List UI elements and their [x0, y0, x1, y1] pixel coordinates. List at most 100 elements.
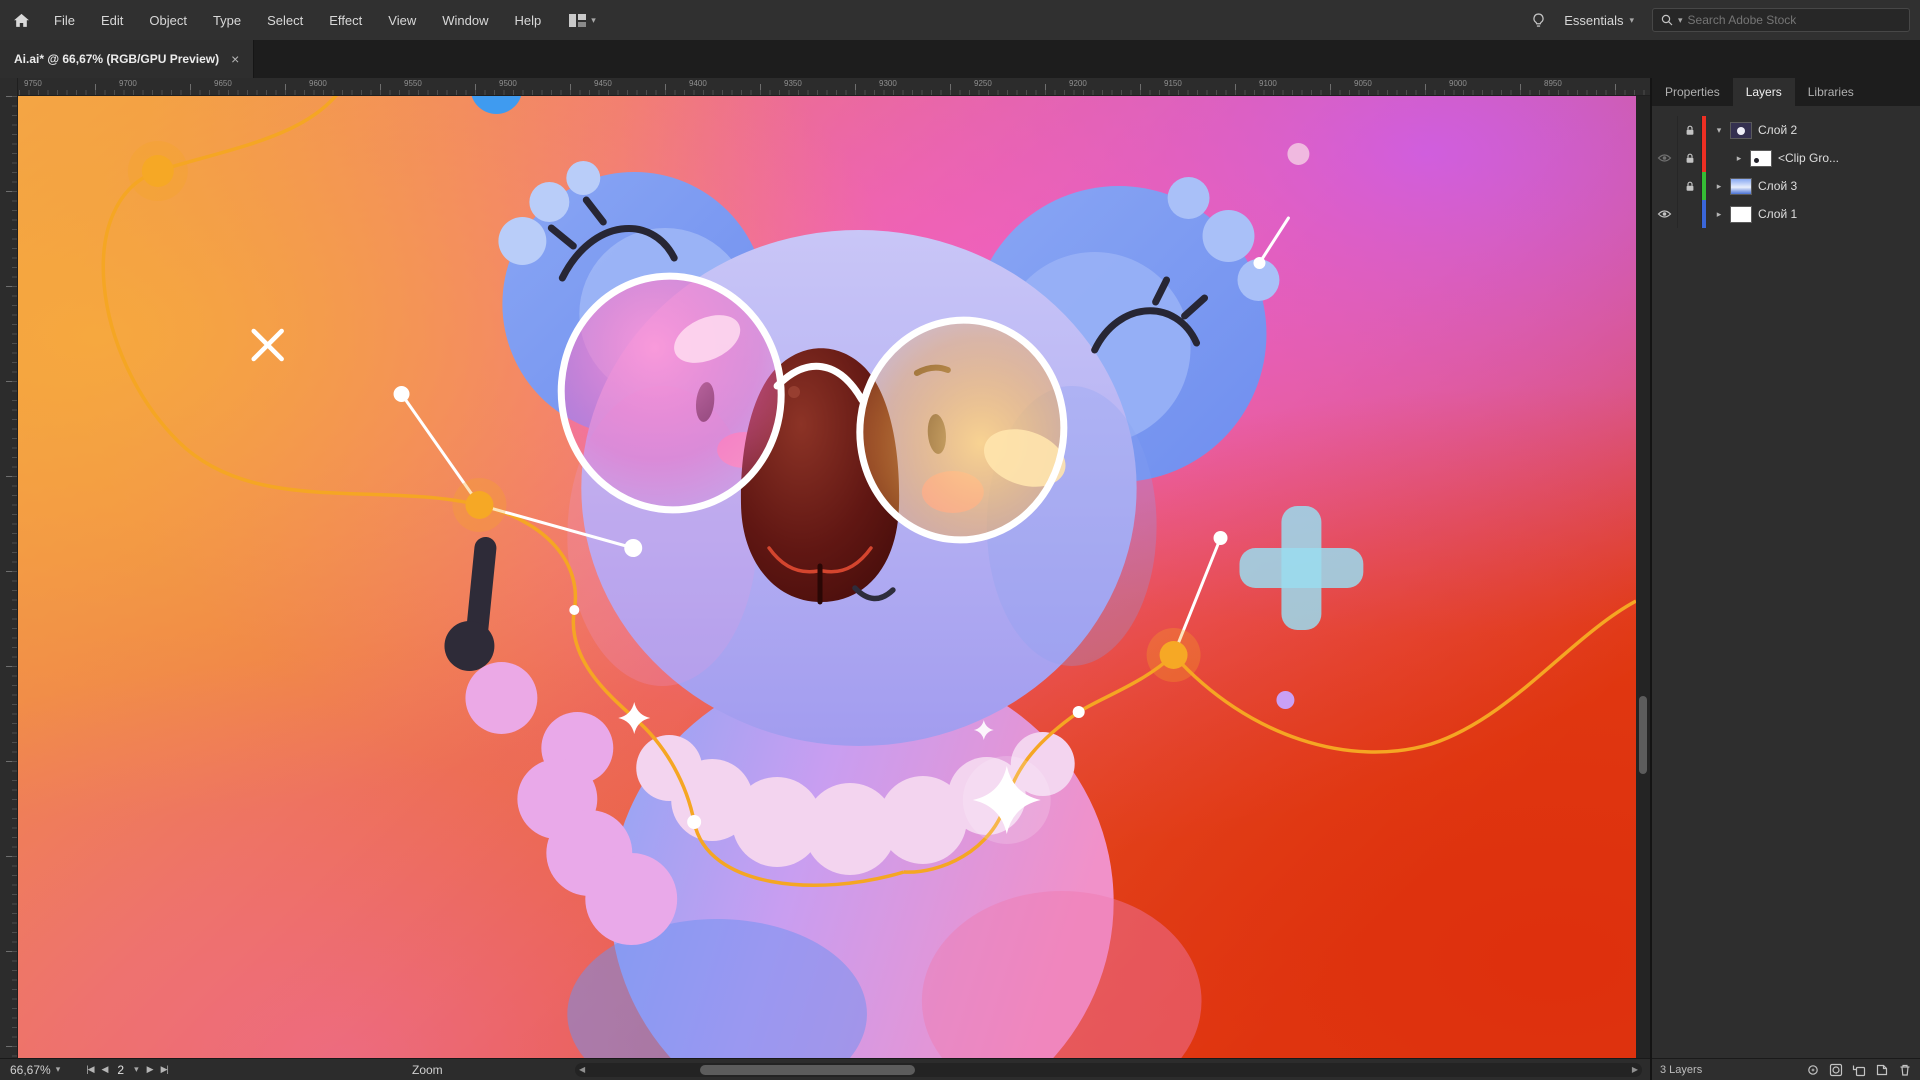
menu-item-object[interactable]: Object — [149, 13, 187, 28]
artwork-canvas[interactable] — [18, 96, 1636, 1058]
lock-toggle[interactable] — [1678, 172, 1702, 200]
menu-item-file[interactable]: File — [54, 13, 75, 28]
layer-name[interactable]: Слой 3 — [1758, 179, 1797, 193]
visibility-toggle[interactable] — [1652, 116, 1678, 144]
new-sublayer-icon[interactable] — [1852, 1063, 1866, 1077]
layer-name[interactable]: Слой 1 — [1758, 207, 1797, 221]
discover-bulb-icon[interactable] — [1531, 13, 1546, 28]
layer-name[interactable]: Слой 2 — [1758, 123, 1797, 137]
chevron-down-icon: ▾ — [1678, 15, 1683, 26]
ruler-label: 9100 — [1259, 79, 1277, 88]
ruler-label: 9350 — [784, 79, 802, 88]
ruler-label: 9000 — [1449, 79, 1467, 88]
document-tab-bar: Ai.ai* @ 66,67% (RGB/GPU Preview) × — [0, 40, 1920, 78]
scroll-right-arrow[interactable]: ▶ — [1632, 1065, 1638, 1074]
expand-chevron[interactable]: ▸ — [1730, 153, 1748, 164]
ruler-label: 9500 — [499, 79, 517, 88]
new-layer-icon[interactable] — [1875, 1063, 1889, 1077]
search-icon — [1661, 14, 1673, 26]
close-icon[interactable]: × — [231, 51, 239, 67]
visibility-toggle[interactable] — [1652, 172, 1678, 200]
menu-item-type[interactable]: Type — [213, 13, 241, 28]
layer-row[interactable]: ▸ Слой 1 — [1652, 200, 1920, 228]
tab-properties[interactable]: Properties — [1652, 78, 1733, 106]
layer-thumbnail[interactable] — [1730, 122, 1752, 139]
ruler-label: 9600 — [309, 79, 327, 88]
artboard-navigation: |◀ ◀ 2 ▾ ▶ ▶| — [86, 1063, 168, 1077]
horizontal-scrollbar-thumb[interactable] — [700, 1065, 915, 1075]
layer-thumbnail[interactable] — [1730, 206, 1752, 223]
arrange-documents-icon — [569, 14, 586, 27]
delete-icon[interactable] — [1898, 1063, 1912, 1077]
lock-icon — [1685, 181, 1695, 192]
workspace-name: Essentials — [1564, 13, 1623, 28]
menu-item-effect[interactable]: Effect — [329, 13, 362, 28]
eye-icon — [1657, 153, 1672, 163]
layers-panel-footer: 3 Layers — [1652, 1058, 1920, 1080]
last-artboard-button[interactable]: ▶| — [161, 1064, 168, 1075]
vertical-scrollbar[interactable] — [1636, 96, 1650, 1058]
expand-chevron[interactable]: ▸ — [1710, 181, 1728, 192]
workspace-switcher[interactable]: Essentials ▾ — [1564, 13, 1634, 28]
home-button[interactable] — [10, 13, 32, 28]
visibility-toggle[interactable] — [1652, 144, 1678, 172]
chevron-down-icon[interactable]: ▾ — [134, 1064, 139, 1075]
clipping-mask-icon[interactable] — [1829, 1063, 1843, 1077]
vertical-ruler[interactable] — [0, 96, 18, 1058]
menu-item-view[interactable]: View — [388, 13, 416, 28]
layer-thumbnail[interactable] — [1750, 150, 1772, 167]
layer-color-bar — [1702, 116, 1706, 144]
vertical-scrollbar-thumb[interactable] — [1639, 696, 1647, 774]
zoom-level-select[interactable]: 66,67% ▾ — [10, 1063, 60, 1077]
document-tab[interactable]: Ai.ai* @ 66,67% (RGB/GPU Preview) × — [0, 40, 254, 78]
layer-count-label: 3 Layers — [1660, 1064, 1702, 1076]
menu-list: File Edit Object Type Select Effect View… — [54, 13, 541, 28]
ruler-label: 9150 — [1164, 79, 1182, 88]
tab-layers[interactable]: Layers — [1733, 78, 1795, 106]
ruler-corner — [0, 78, 18, 96]
ruler-label: 8950 — [1544, 79, 1562, 88]
menu-item-select[interactable]: Select — [267, 13, 303, 28]
canvas-viewport[interactable] — [18, 96, 1636, 1058]
search-input[interactable] — [1688, 13, 1901, 27]
lock-icon — [1685, 153, 1695, 164]
layers-panel: ▾ Слой 2 — [1652, 106, 1920, 1058]
layer-color-bar — [1702, 172, 1706, 200]
locate-object-icon[interactable] — [1806, 1063, 1820, 1077]
layer-row[interactable]: ▸ Слой 3 — [1652, 172, 1920, 200]
ruler-label: 9650 — [214, 79, 232, 88]
stock-search-box[interactable]: ▾ — [1652, 8, 1910, 32]
lock-toggle[interactable] — [1678, 200, 1702, 228]
layer-row[interactable]: ▾ Слой 2 — [1652, 116, 1920, 144]
tab-libraries[interactable]: Libraries — [1795, 78, 1867, 106]
prev-artboard-button[interactable]: ◀ — [102, 1064, 108, 1075]
lock-toggle[interactable] — [1678, 116, 1702, 144]
arrange-documents-button[interactable]: ▾ — [569, 14, 596, 27]
horizontal-ruler[interactable]: 9750 9700 9650 9600 9550 9500 9450 9400 … — [0, 78, 1650, 96]
expand-chevron[interactable]: ▾ — [1710, 125, 1728, 136]
ruler-label: 9550 — [404, 79, 422, 88]
expand-chevron[interactable]: ▸ — [1710, 209, 1728, 220]
ruler-label: 9750 — [24, 79, 42, 88]
panel-tab-bar: Properties Layers Libraries — [1652, 78, 1920, 106]
menu-item-edit[interactable]: Edit — [101, 13, 123, 28]
visibility-toggle[interactable] — [1652, 200, 1678, 228]
horizontal-scrollbar[interactable]: ◀ ▶ — [575, 1063, 1642, 1077]
first-artboard-button[interactable]: |◀ — [86, 1064, 93, 1075]
menu-item-help[interactable]: Help — [514, 13, 541, 28]
status-bar: 66,67% ▾ |◀ ◀ 2 ▾ ▶ ▶| Zoom ◀ ▶ — [0, 1058, 1650, 1080]
scroll-left-arrow[interactable]: ◀ — [579, 1065, 585, 1074]
canvas-column: 9750 9700 9650 9600 9550 9500 9450 9400 … — [0, 78, 1650, 1080]
layer-name[interactable]: <Clip Gro... — [1778, 151, 1839, 165]
right-panel: Properties Layers Libraries ▾ — [1650, 78, 1920, 1080]
artboard-number[interactable]: 2 — [117, 1063, 124, 1077]
menu-bar-right: Essentials ▾ ▾ — [1531, 8, 1910, 32]
document-title: Ai.ai* @ 66,67% (RGB/GPU Preview) — [14, 52, 219, 66]
layer-row[interactable]: ▸ <Clip Gro... — [1652, 144, 1920, 172]
menu-item-window[interactable]: Window — [442, 13, 488, 28]
layer-thumbnail[interactable] — [1730, 178, 1752, 195]
ruler-label: 9700 — [119, 79, 137, 88]
next-artboard-button[interactable]: ▶ — [147, 1064, 153, 1075]
home-icon — [13, 13, 30, 28]
lock-toggle[interactable] — [1678, 144, 1702, 172]
